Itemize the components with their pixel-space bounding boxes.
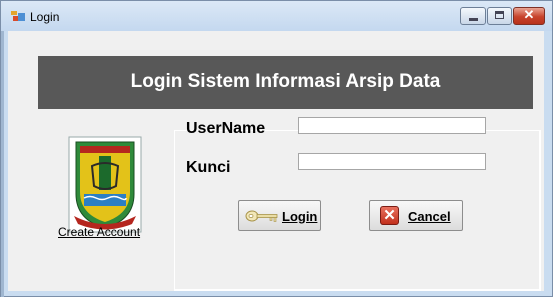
cancel-button[interactable]: ✕ Cancel <box>369 200 463 231</box>
close-button[interactable]: ✕ <box>513 7 545 25</box>
header-banner: Login Sistem Informasi Arsip Data <box>38 56 533 109</box>
maximize-icon <box>495 11 504 19</box>
password-label: Kunci <box>186 159 231 176</box>
password-field[interactable] <box>298 153 486 170</box>
title-bar[interactable]: Login ✕ <box>1 1 552 31</box>
close-icon: ✕ <box>523 7 535 22</box>
red-x-icon: ✕ <box>380 206 399 225</box>
cancel-button-label: Cancel <box>408 209 451 224</box>
banner-title: Login Sistem Informasi Arsip Data <box>130 71 441 92</box>
login-window: Login ✕ Login Sistem Informasi Arsip Dat… <box>0 0 553 297</box>
username-label: UserName <box>186 120 266 137</box>
window-title: Login <box>30 10 60 24</box>
login-button[interactable]: Login <box>238 200 321 231</box>
login-window-icon <box>11 11 25 21</box>
minimize-button[interactable] <box>460 7 486 25</box>
create-account-link[interactable]: Create Account <box>58 225 140 239</box>
username-field[interactable] <box>298 117 486 134</box>
key-icon <box>245 210 278 222</box>
login-button-label: Login <box>282 209 318 224</box>
regency-emblem-icon <box>68 136 142 233</box>
minimize-icon <box>469 18 478 21</box>
window-left-border <box>1 31 4 297</box>
maximize-button[interactable] <box>487 7 512 25</box>
